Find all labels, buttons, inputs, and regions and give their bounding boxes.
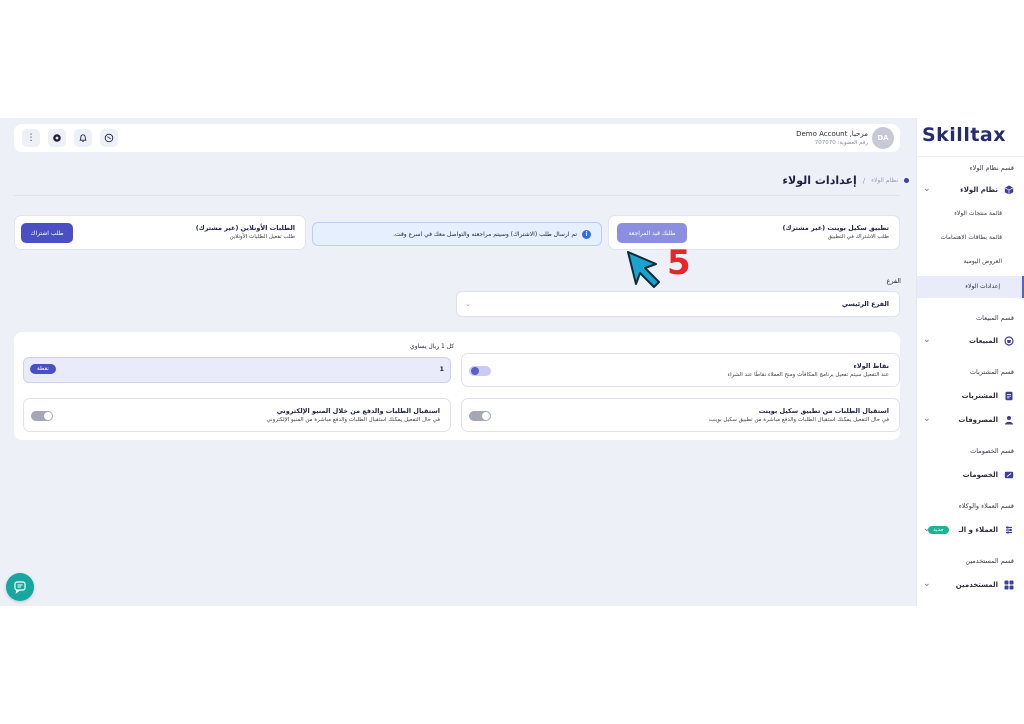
branch-label: الفرع bbox=[886, 277, 901, 285]
chat-icon bbox=[14, 581, 26, 594]
branch-select-value: الفرع الرئيسي bbox=[841, 300, 889, 308]
page-title: إعدادات الولاء bbox=[782, 174, 857, 187]
breadcrumb-dot-icon bbox=[904, 178, 909, 183]
new-badge: جديد bbox=[928, 526, 949, 534]
menu-orders-toggle[interactable] bbox=[31, 411, 53, 421]
sidebar-item-customers[interactable]: العملاء و الـ جديد ⌄ bbox=[917, 520, 1024, 540]
sidebar-item-label: نظام الولاء bbox=[960, 186, 998, 194]
annotation-step-number: 5 bbox=[667, 243, 691, 283]
info-icon: i bbox=[582, 229, 591, 239]
tag-icon bbox=[1004, 470, 1014, 480]
sidebar-item-expenses[interactable]: المصروفات ⌄ bbox=[917, 410, 1024, 430]
toggle-knob bbox=[471, 367, 479, 375]
breadcrumb-parent[interactable]: نظام الولاء bbox=[871, 177, 898, 184]
account-membership: رقم العضوية: 707070 bbox=[814, 140, 868, 146]
sidebar-item-label: المستخدمين bbox=[955, 581, 998, 589]
loyalty-points-toggle[interactable] bbox=[469, 366, 491, 376]
settings-gear-icon[interactable] bbox=[48, 129, 66, 147]
sidebar-item-label: الخصومات bbox=[962, 471, 998, 479]
brand-logo: Skilltax bbox=[921, 124, 1006, 146]
account-name: مرحبا, Demo Account bbox=[796, 130, 868, 138]
app-window: Skilltax قسم نظام الولاء نظام الولاء ⌄ ق… bbox=[0, 118, 1024, 606]
chevron-down-icon: ⌄ bbox=[465, 300, 471, 308]
bell-icon[interactable] bbox=[74, 129, 92, 147]
online-orders-card: الطلبات الأونلاين (غير مشترك) طلب تفعيل … bbox=[14, 215, 306, 250]
loyalty-points-setting: نقاط الولاء عند التفعيل سيتم تفعيل برنام… bbox=[461, 353, 900, 387]
sidebar-item-discounts[interactable]: الخصومات bbox=[917, 465, 1024, 485]
sidebar-section-customers: قسم العملاء والوكلاء bbox=[958, 502, 1014, 510]
skill-point-card: تطبيق سكيل بوينت (غير مشترك) طلب الاشترا… bbox=[608, 215, 900, 250]
chevron-down-icon: ⌄ bbox=[923, 184, 931, 194]
sidebar: Skilltax قسم نظام الولاء نظام الولاء ⌄ ق… bbox=[916, 118, 1024, 606]
info-alert: i تم ارسال طلب (الاشتراك) وسيتم مراجعته … bbox=[312, 222, 602, 246]
chevron-down-icon: ⌄ bbox=[923, 414, 931, 424]
pointer-arrow-icon bbox=[627, 251, 660, 288]
divider bbox=[917, 156, 1024, 157]
request-under-review-button[interactable]: طلبك قيد المراجعة bbox=[617, 223, 687, 243]
chevron-down-icon: ⌄ bbox=[923, 524, 931, 534]
menu-orders-setting: استقبال الطلبات والدفع من خلال المنيو ال… bbox=[23, 398, 451, 432]
sidebar-section-purchases: قسم المشتريات bbox=[969, 368, 1014, 376]
toggle-knob bbox=[44, 412, 52, 420]
sidebar-item-label: المشتريات bbox=[961, 392, 998, 400]
doc-icon bbox=[1004, 391, 1014, 401]
branch-select[interactable]: الفرع الرئيسي ⌄ bbox=[456, 291, 900, 317]
sidebar-section-users: قسم المستخدمين bbox=[965, 557, 1014, 565]
sidebar-item-purchases[interactable]: المشتريات bbox=[917, 386, 1024, 406]
people-icon bbox=[1004, 525, 1014, 535]
avatar[interactable]: DA bbox=[872, 127, 894, 149]
more-vertical-icon[interactable]: ⋮ bbox=[22, 129, 40, 147]
chevron-down-icon: ⌄ bbox=[923, 335, 931, 345]
chevron-down-icon: ⌄ bbox=[923, 579, 931, 589]
sidebar-item-loyalty-settings[interactable]: إعدادات الولاء bbox=[917, 276, 1024, 298]
sidebar-item-loyalty-products[interactable]: قائمة منتجات الولاء bbox=[917, 204, 1024, 224]
menu-orders-title: استقبال الطلبات والدفع من خلال المنيو ال… bbox=[276, 407, 440, 415]
skill-point-subtitle: طلب الاشتراك في التطبيق bbox=[827, 234, 889, 240]
riyal-equals-label: كل 1 ريال يساوي bbox=[410, 343, 455, 350]
sidebar-item-label: العملاء و الـ bbox=[958, 526, 998, 534]
toggle-knob bbox=[482, 412, 490, 420]
points-unit-badge: نقطة bbox=[30, 364, 56, 374]
sidebar-item-sales[interactable]: المبيعات ⌄ bbox=[917, 331, 1024, 351]
grid-icon bbox=[1004, 580, 1014, 590]
loyalty-points-title: نقاط الولاء bbox=[853, 362, 889, 370]
points-per-riyal-input[interactable]: نقطة 1 bbox=[23, 357, 451, 383]
chat-button[interactable] bbox=[6, 573, 34, 601]
skill-point-orders-setting: استقبال الطلبات من تطبيق سكيل بوينت في ح… bbox=[461, 398, 900, 432]
language-icon[interactable] bbox=[100, 129, 118, 147]
online-orders-subtitle: طلب تفعيل الطلبات الأونلاين bbox=[229, 234, 295, 240]
points-value: 1 bbox=[439, 365, 444, 373]
sidebar-section-sales: قسم المبيعات bbox=[975, 314, 1014, 322]
basket-icon bbox=[1004, 336, 1014, 346]
sidebar-section-discounts: قسم الخصومات bbox=[970, 447, 1014, 455]
sidebar-item-label: المصروفات bbox=[958, 416, 998, 424]
top-header: ⋮ DA مرحبا, Demo Account رقم العضوية: 70… bbox=[14, 124, 900, 152]
sidebar-item-interest-cards[interactable]: قائمة بطاقات الاهتمامات bbox=[917, 228, 1024, 248]
skill-point-orders-title: استقبال الطلبات من تطبيق سكيل بوينت bbox=[758, 407, 889, 415]
loyalty-settings-panel: نقاط الولاء عند التفعيل سيتم تفعيل برنام… bbox=[14, 332, 900, 440]
skill-point-orders-toggle[interactable] bbox=[469, 411, 491, 421]
skill-point-title: تطبيق سكيل بوينت (غير مشترك) bbox=[782, 224, 889, 232]
skill-point-orders-subtitle: في حال التفعيل يمكنك استقبال الطلبات وال… bbox=[708, 417, 889, 423]
users-icon bbox=[1004, 415, 1014, 425]
breadcrumb-separator: / bbox=[862, 176, 866, 185]
info-alert-text: تم ارسال طلب (الاشتراك) وسيتم مراجعته وا… bbox=[393, 230, 577, 238]
cube-icon bbox=[1004, 185, 1014, 195]
sidebar-item-label: المبيعات bbox=[968, 337, 998, 345]
breadcrumb: نظام الولاء / إعدادات الولاء bbox=[782, 174, 909, 187]
divider bbox=[14, 195, 900, 196]
sidebar-item-users[interactable]: المستخدمين ⌄ bbox=[917, 575, 1024, 595]
menu-orders-subtitle: في حال التفعيل يمكنك استقبال الطلبات وال… bbox=[266, 417, 440, 423]
subscribe-request-button[interactable]: طلب اشتراك bbox=[21, 223, 73, 243]
online-orders-title: الطلبات الأونلاين (غير مشترك) bbox=[195, 224, 295, 232]
sidebar-item-daily-offers[interactable]: العروض اليومية bbox=[917, 252, 1024, 272]
loyalty-points-subtitle: عند التفعيل سيتم تفعيل برنامج المكافآت و… bbox=[727, 372, 889, 378]
sidebar-section-loyalty: قسم نظام الولاء bbox=[969, 164, 1014, 172]
sidebar-item-loyalty[interactable]: نظام الولاء ⌄ bbox=[917, 180, 1024, 200]
